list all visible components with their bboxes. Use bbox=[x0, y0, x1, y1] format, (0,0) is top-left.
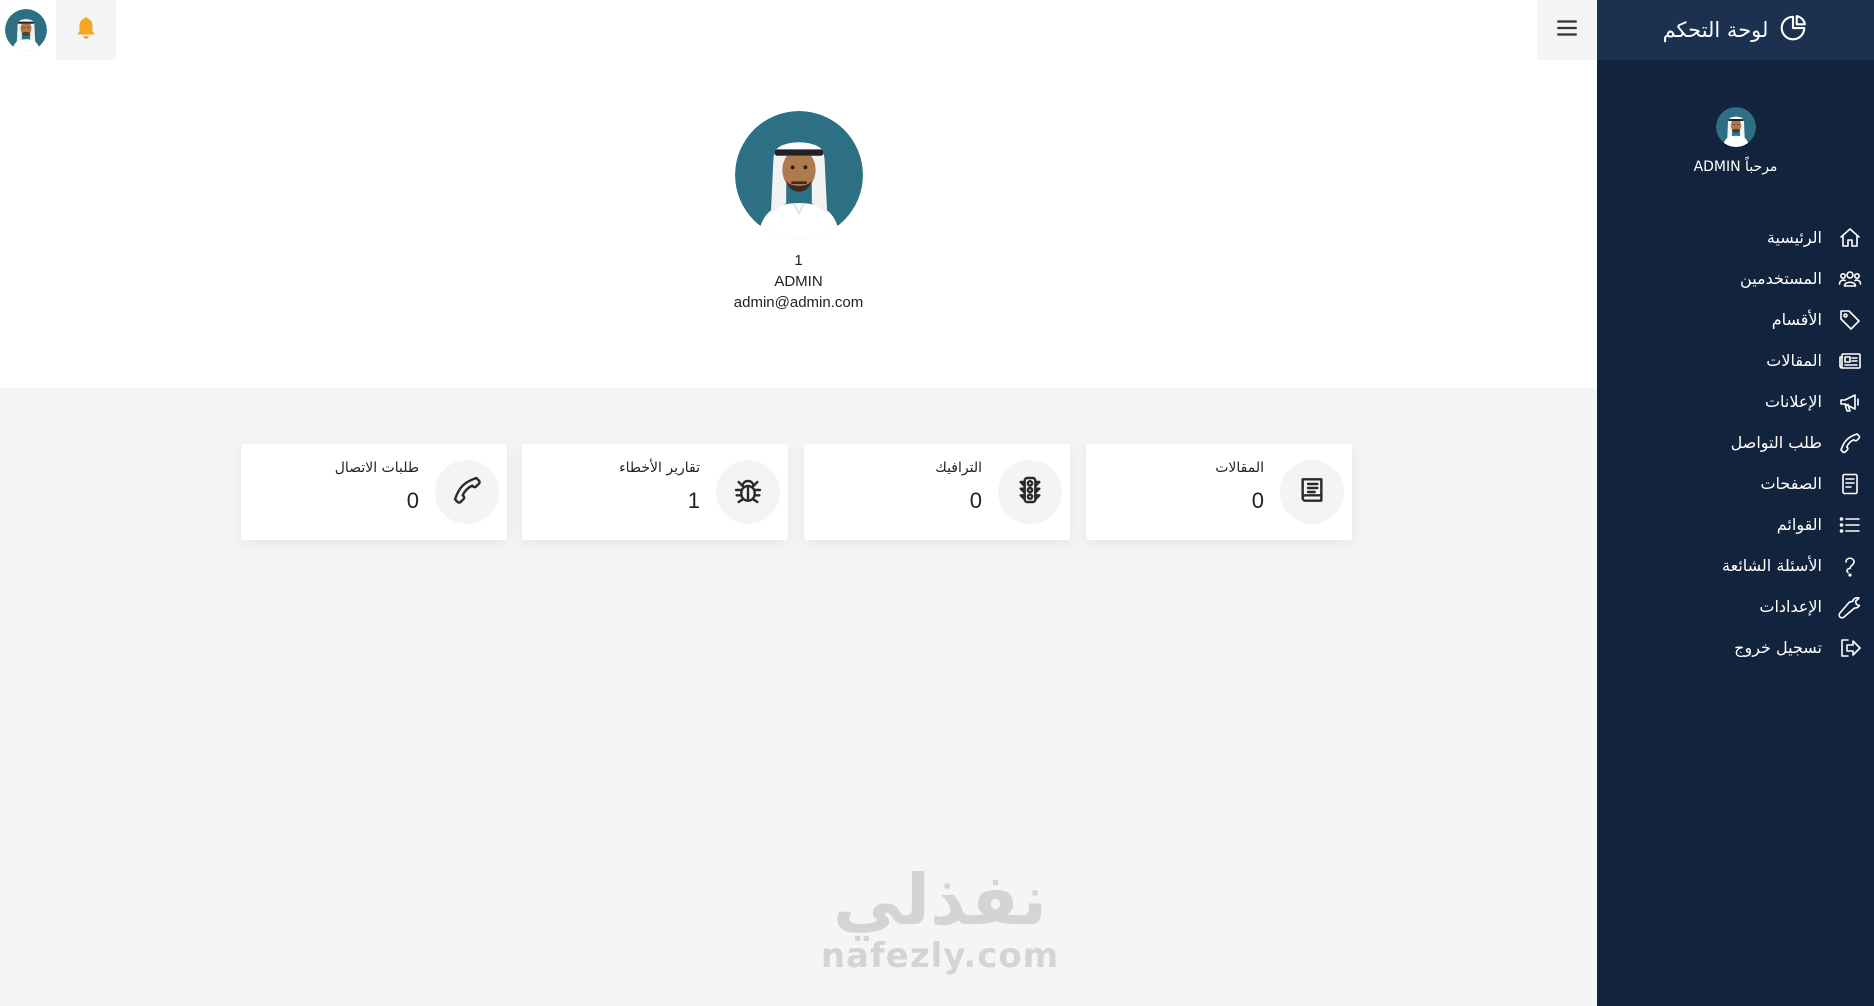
profile-id: 1 bbox=[794, 252, 803, 269]
sidebar-header[interactable]: لوحة التحكم bbox=[1597, 0, 1874, 60]
sidebar-item-menus[interactable]: القوائم bbox=[1597, 504, 1874, 545]
stat-title: المقالات bbox=[1215, 460, 1264, 476]
bug-icon bbox=[732, 474, 764, 510]
watermark-arabic: نفذلي bbox=[832, 859, 1048, 941]
stat-icon-circle bbox=[1280, 460, 1344, 524]
sidebar-user: مرحباً ADMIN bbox=[1597, 60, 1874, 175]
list-icon bbox=[1836, 511, 1864, 539]
sidebar-item-categories[interactable]: الأقسام bbox=[1597, 299, 1874, 340]
stat-value: 1 bbox=[687, 488, 700, 513]
watermark: نفذلي nafezly.com bbox=[780, 860, 1100, 976]
sidebar-item-label: طلب التواصل bbox=[1730, 433, 1822, 452]
profile-email: admin@admin.com bbox=[733, 294, 864, 311]
wrench-icon bbox=[1836, 593, 1864, 621]
traffic-light-icon bbox=[1014, 474, 1046, 510]
sidebar-item-articles[interactable]: المقالات bbox=[1597, 340, 1874, 381]
user-avatar[interactable] bbox=[5, 9, 47, 51]
newspaper-icon bbox=[1836, 347, 1864, 375]
profile-name: ADMIN bbox=[774, 273, 823, 290]
sidebar-item-label: الإعدادات bbox=[1759, 597, 1822, 616]
stat-icon-circle bbox=[998, 460, 1062, 524]
sidebar-item-label: المستخدمين bbox=[1740, 269, 1822, 288]
chart-pie-icon bbox=[1778, 13, 1808, 48]
stat-value: 0 bbox=[406, 488, 419, 513]
sidebar-item-settings[interactable]: الإعدادات bbox=[1597, 586, 1874, 627]
sidebar-item-contact-request[interactable]: طلب التواصل bbox=[1597, 422, 1874, 463]
phone-icon bbox=[451, 474, 483, 510]
bell-icon bbox=[73, 15, 99, 45]
stat-value: 0 bbox=[1251, 488, 1264, 513]
logout-icon bbox=[1836, 634, 1864, 662]
sidebar-item-logout[interactable]: تسجيل خروج bbox=[1597, 627, 1874, 668]
stat-card-traffic[interactable]: الترافيك 0 bbox=[804, 444, 1070, 540]
stat-card-contact-requests[interactable]: طلبات الاتصال 0 bbox=[241, 444, 507, 540]
sidebar-item-ads[interactable]: الإعلانات bbox=[1597, 381, 1874, 422]
topbar bbox=[0, 0, 1597, 60]
stat-title: طلبات الاتصال bbox=[334, 460, 419, 476]
avatar[interactable] bbox=[1716, 107, 1756, 147]
sidebar-item-label: الصفحات bbox=[1760, 474, 1822, 493]
sidebar-item-faq[interactable]: الأسئلة الشائعة bbox=[1597, 545, 1874, 586]
hamburger-icon bbox=[1554, 15, 1580, 45]
stat-card-bug-reports[interactable]: تقارير الأخطاء 1 bbox=[522, 444, 788, 540]
stats-cards: المقالات 0 الترافيك 0 تقارير الأخطاء 1 ط… bbox=[241, 444, 1352, 540]
sidebar-item-label: تسجيل خروج bbox=[1734, 638, 1822, 657]
stat-title: تقارير الأخطاء bbox=[619, 460, 700, 476]
sidebar: لوحة التحكم مرحباً ADMIN الرئيسية المستخ… bbox=[1597, 0, 1874, 1006]
sidebar-item-label: الرئيسية bbox=[1766, 228, 1822, 247]
stat-card-articles[interactable]: المقالات 0 bbox=[1086, 444, 1352, 540]
notifications-button[interactable] bbox=[56, 0, 116, 60]
stat-value: 0 bbox=[969, 488, 982, 513]
question-icon bbox=[1836, 552, 1864, 580]
sidebar-item-pages[interactable]: الصفحات bbox=[1597, 463, 1874, 504]
profile-section: 1 ADMIN admin@admin.com bbox=[0, 60, 1597, 388]
stat-icon-circle bbox=[435, 460, 499, 524]
sidebar-item-label: القوائم bbox=[1776, 515, 1822, 534]
watermark-latin: nafezly.com bbox=[820, 936, 1060, 976]
megaphone-icon bbox=[1836, 388, 1864, 416]
stat-icon-circle bbox=[716, 460, 780, 524]
book-icon bbox=[1296, 474, 1328, 510]
sidebar-item-label: الأقسام bbox=[1771, 310, 1822, 329]
users-icon bbox=[1836, 265, 1864, 293]
tag-icon bbox=[1836, 306, 1864, 334]
sidebar-item-label: الإعلانات bbox=[1764, 392, 1822, 411]
file-icon bbox=[1836, 470, 1864, 498]
sidebar-item-label: المقالات bbox=[1766, 351, 1822, 370]
welcome-text: مرحباً ADMIN bbox=[1693, 159, 1778, 175]
sidebar-item-label: الأسئلة الشائعة bbox=[1722, 556, 1822, 575]
profile-avatar bbox=[735, 111, 863, 239]
dashboard-title: لوحة التحكم bbox=[1662, 18, 1769, 42]
sidebar-item-users[interactable]: المستخدمين bbox=[1597, 258, 1874, 299]
stat-title: الترافيك bbox=[935, 460, 982, 476]
phone-icon bbox=[1836, 429, 1864, 457]
sidebar-item-home[interactable]: الرئيسية bbox=[1597, 217, 1874, 258]
sidebar-nav: الرئيسية المستخدمين الأقسام المقالات الإ… bbox=[1597, 217, 1874, 668]
menu-toggle-button[interactable] bbox=[1537, 0, 1597, 60]
home-icon bbox=[1836, 224, 1864, 252]
